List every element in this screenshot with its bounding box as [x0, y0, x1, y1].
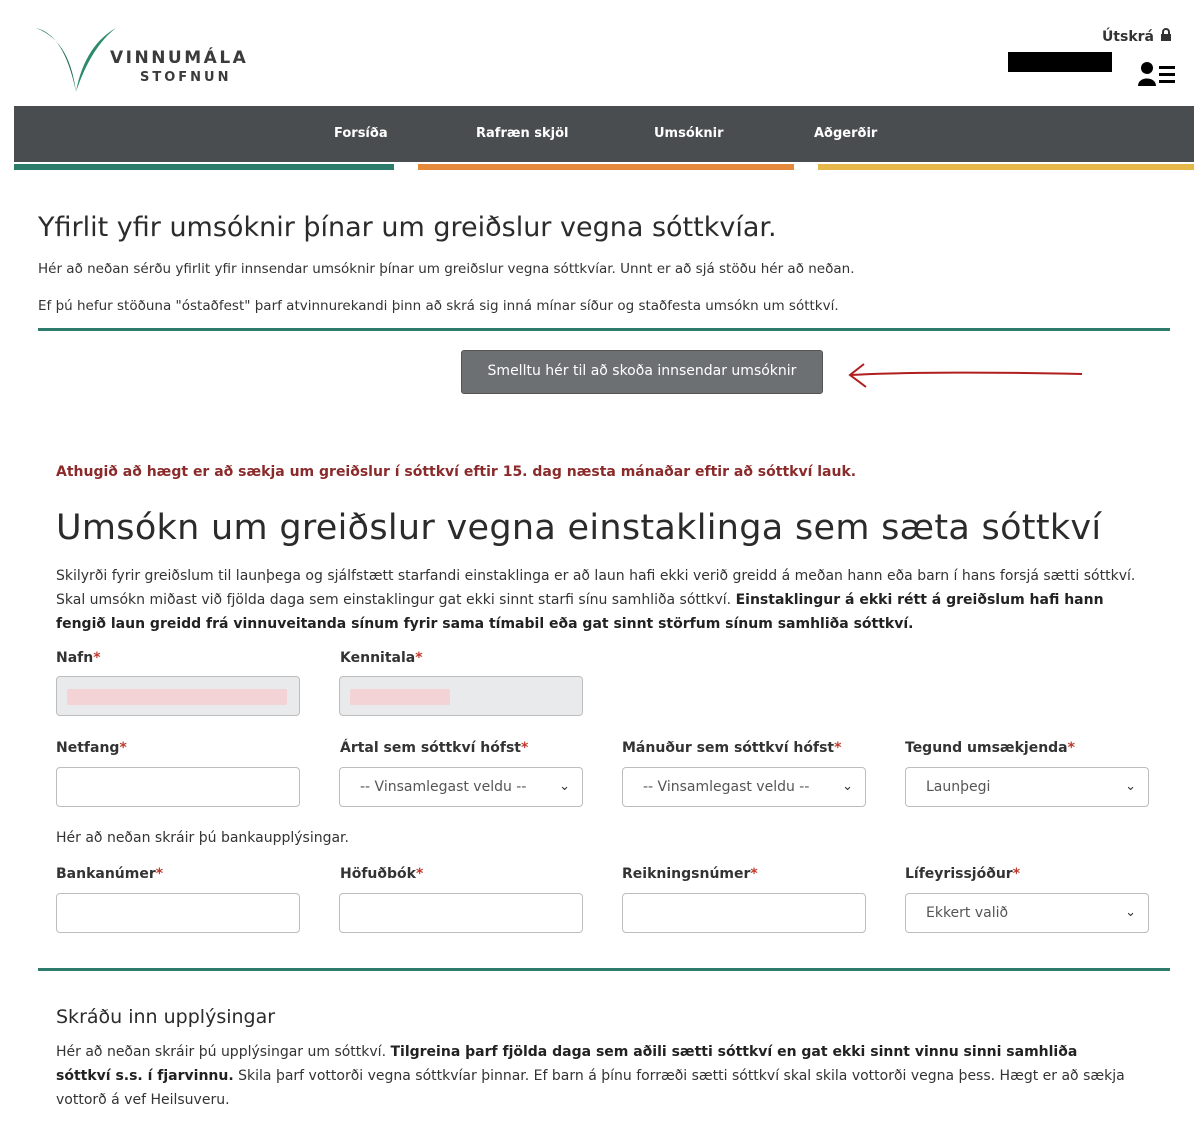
divider	[38, 968, 1170, 971]
nav-accent-bar-green	[14, 164, 394, 170]
section-title: Skráðu inn upplýsingar	[56, 1006, 276, 1028]
ledger-label: Höfuðbók*	[340, 866, 424, 882]
kennitala-field[interactable]	[339, 676, 583, 716]
overview-line1: Hér að neðan sérðu yfirlit yfir innsenda…	[38, 261, 855, 277]
logo-text-line2: STOFNUN	[140, 70, 232, 85]
name-field[interactable]	[56, 676, 300, 716]
nav-item-umsoknir[interactable]: Umsóknir	[654, 126, 724, 141]
nav-item-forsida[interactable]: Forsíða	[334, 126, 388, 141]
logo-text-line1: VINNUMÁLA	[110, 48, 249, 68]
logout-link[interactable]: Útskrá	[1102, 28, 1172, 45]
main-nav: Forsíða Rafræn skjöl Umsóknir Aðgerðir	[14, 106, 1194, 162]
applicant-type-select[interactable]: Launþegi ⌄	[905, 767, 1149, 807]
logout-label: Útskrá	[1101, 29, 1154, 45]
account-number-field[interactable]	[622, 893, 866, 933]
email-field[interactable]	[56, 767, 300, 807]
year-select[interactable]: -- Vinsamlegast veldu -- ⌄	[339, 767, 583, 807]
page: VINNUMÁLA STOFNUN Útskrá Forsíða Rafræn …	[14, 8, 1194, 1133]
redacted-kennitala	[350, 689, 450, 705]
lock-icon	[1160, 28, 1172, 45]
chevron-down-icon: ⌄	[842, 779, 853, 794]
nav-item-rafraen-skjol[interactable]: Rafræn skjöl	[476, 126, 568, 141]
ledger-field[interactable]	[339, 893, 583, 933]
overview-title: Yfirlit yfir umsóknir þínar um greiðslur…	[38, 212, 777, 243]
nav-accent-bar-orange	[418, 164, 794, 170]
pension-fund-label: Lífeyrissjóður*	[905, 866, 1021, 882]
nav-accent-bar-yellow	[818, 164, 1194, 170]
bank-number-field[interactable]	[56, 893, 300, 933]
month-select[interactable]: -- Vinsamlegast veldu -- ⌄	[622, 767, 866, 807]
bank-info-hint: Hér að neðan skráir þú bankaupplýsingar.	[56, 830, 349, 846]
email-label: Netfang*	[56, 740, 127, 756]
divider	[38, 328, 1170, 331]
redacted-name	[67, 689, 287, 705]
account-number-label: Reikningsnúmer*	[622, 866, 758, 882]
warning-notice: Athugið að hægt er að sækja um greiðslur…	[56, 464, 857, 480]
chevron-down-icon: ⌄	[1125, 779, 1136, 794]
nav-item-adgerdir[interactable]: Aðgerðir	[814, 126, 877, 141]
pension-fund-select[interactable]: Ekkert valið ⌄	[905, 893, 1149, 933]
month-label: Mánuður sem sóttkví hófst*	[622, 740, 842, 756]
form-title: Umsókn um greiðslur vegna einstaklinga s…	[56, 508, 1102, 548]
overview-line2: Ef þú hefur stöðuna "óstaðfest" þarf atv…	[38, 298, 839, 314]
year-label: Ártal sem sóttkví hófst*	[340, 740, 529, 756]
name-label: Nafn*	[56, 650, 101, 666]
applicant-type-label: Tegund umsækjenda*	[905, 740, 1075, 756]
form-description: Skilyrði fyrir greiðslum til launþega og…	[56, 564, 1136, 636]
chevron-down-icon: ⌄	[559, 779, 570, 794]
section-description: Hér að neðan skráir þú upplýsingar um só…	[56, 1044, 1125, 1108]
bank-number-label: Bankanúmer*	[56, 866, 164, 882]
view-submitted-applications-button[interactable]: Smelltu hér til að skoða innsendar umsók…	[461, 350, 823, 394]
user-list-icon[interactable]	[1138, 60, 1176, 94]
chevron-down-icon: ⌄	[1125, 905, 1136, 920]
redacted-username	[1008, 52, 1112, 72]
kennitala-label: Kennitala*	[340, 650, 423, 666]
red-arrow-annotation	[848, 363, 1083, 388]
